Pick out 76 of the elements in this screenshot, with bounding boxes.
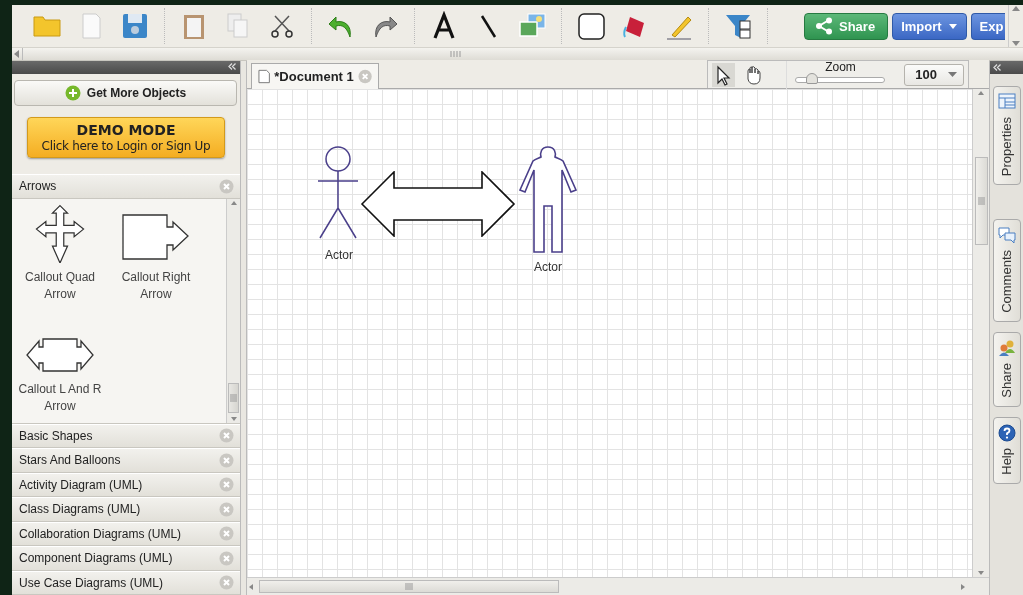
rounded-square-button[interactable]	[576, 10, 606, 42]
category-title: Arrows	[19, 179, 57, 194]
shape-item[interactable]: Callout L And R Arrow	[12, 310, 108, 423]
close-icon[interactable]	[219, 550, 234, 566]
collapse-icon[interactable]	[228, 63, 236, 71]
right-arrow-drawing[interactable]	[121, 212, 191, 263]
shape-item[interactable]: Callout Quad Arrow	[12, 198, 108, 311]
shape-label: Callout L And R Arrow	[18, 380, 102, 415]
category-title: Basic Shapes	[19, 428, 93, 443]
document-icon	[258, 69, 271, 84]
side-tab[interactable]: Help	[992, 416, 1021, 484]
side-tab[interactable]: Properties	[992, 86, 1021, 186]
close-icon[interactable]	[219, 575, 234, 591]
close-icon[interactable]	[219, 477, 234, 493]
category-header[interactable]: Collaboration Diagrams (UML)	[12, 521, 240, 547]
window-icon	[997, 93, 1016, 111]
people-icon	[997, 339, 1016, 358]
rounded-square-icon	[576, 11, 606, 41]
document-tab[interactable]: *Document 1	[251, 63, 379, 89]
shape-label: Callout Quad Arrow	[23, 268, 96, 303]
human-figure-drawing[interactable]	[519, 146, 577, 253]
zoom-label: Zoom	[825, 60, 856, 74]
demo-mode-button[interactable]: DEMO MODE Click here to Login or Sign Up	[27, 117, 225, 159]
scroll-grip-icon	[405, 583, 413, 590]
category-title: Class Diagrams (UML)	[19, 502, 141, 517]
scroll-left-icon[interactable]	[247, 582, 255, 591]
toolbar-button[interactable]: Import	[892, 12, 967, 40]
scroll-right-icon[interactable]	[959, 582, 967, 591]
toolbar-button[interactable]: Exp	[970, 12, 1006, 40]
zoom-dropdown[interactable]: 100	[904, 63, 964, 86]
scrollbar-thumb[interactable]	[228, 382, 239, 413]
help-icon	[997, 423, 1016, 442]
category-header[interactable]: Activity Diagram (UML)	[12, 472, 240, 498]
category-header[interactable]: Component Diagrams (UML)	[12, 546, 240, 571]
scroll-grip-icon	[230, 393, 237, 402]
category-title: Use Case Diagrams (UML)	[19, 575, 164, 590]
category-title: Activity Diagram (UML)	[19, 477, 143, 492]
close-icon[interactable]	[219, 452, 234, 468]
pointer-tool-button[interactable]	[712, 62, 735, 87]
zoom-slider[interactable]	[795, 76, 886, 83]
category-title: Stars And Balloons	[19, 453, 121, 468]
category-header[interactable]: Stars And Balloons	[12, 448, 240, 473]
category-header[interactable]: Basic Shapes	[12, 423, 240, 449]
category-title: Collaboration Diagrams (UML)	[19, 526, 182, 541]
close-icon[interactable]	[219, 526, 234, 542]
shape-label: Callout Right Arrow	[120, 268, 192, 303]
slider-thumb[interactable]	[806, 72, 819, 84]
scroll-grip-icon[interactable]	[450, 51, 462, 57]
get-more-objects-button[interactable]: Get More Objects	[14, 79, 237, 107]
shape-label: Actor	[325, 248, 353, 262]
side-tab[interactable]: Comments	[992, 219, 1021, 323]
category-title: Component Diagrams (UML)	[19, 551, 173, 566]
category-header[interactable]: Use Case Diagrams (UML)	[12, 570, 240, 595]
close-icon[interactable]	[219, 428, 234, 444]
scrollbar-thumb[interactable]	[974, 157, 988, 245]
scroll-up-icon[interactable]	[1012, 5, 1020, 13]
plus-icon	[64, 84, 81, 101]
scroll-grip-icon	[977, 197, 985, 205]
side-tab[interactable]: Share	[992, 332, 1021, 407]
stick-figure-drawing[interactable]	[317, 146, 359, 239]
close-icon[interactable]	[219, 501, 234, 517]
category-header[interactable]: Arrows	[12, 174, 240, 199]
shape-item[interactable]: Callout Right Arrow	[108, 198, 204, 311]
canvas-grid[interactable]: Actor Actor	[247, 89, 972, 577]
caret-icon	[947, 21, 958, 31]
close-icon[interactable]	[357, 69, 372, 84]
double-arrow-drawing[interactable]	[360, 171, 516, 237]
speech-bubbles-icon	[997, 226, 1016, 245]
scroll-left-icon[interactable]	[14, 50, 20, 58]
scrollbar-thumb[interactable]	[259, 580, 559, 593]
share-icon	[815, 17, 833, 35]
shape-label: Actor	[534, 260, 562, 274]
category-header[interactable]: Class Diagrams (UML)	[12, 497, 240, 522]
caret-icon	[948, 71, 957, 78]
collapse-icon[interactable]	[993, 63, 1001, 71]
close-icon[interactable]	[219, 178, 234, 194]
